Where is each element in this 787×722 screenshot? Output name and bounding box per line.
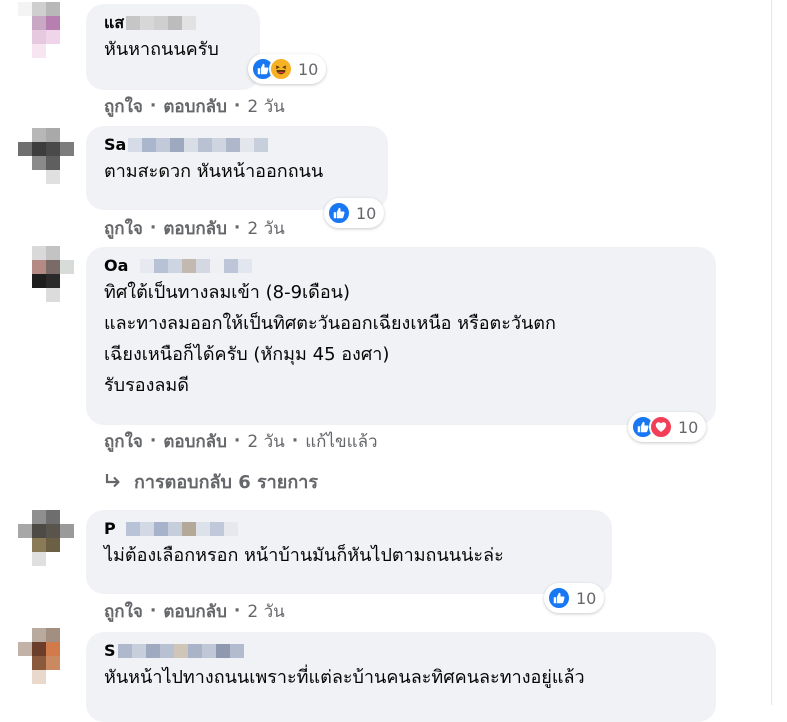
comment-text: รับรองลมดี [104,375,189,396]
comment-text: หันหาถนนครับ [104,39,219,60]
reaction-summary[interactable]: 10 [628,412,707,442]
reaction-summary[interactable]: 10 [544,583,605,613]
comment-text: ทิศใต้เป็นทางลมเข้า (8-9เดือน) [104,282,350,303]
comment-text: หันหน้าไปทางถนนเพราะที่แต่ละบ้านคนละทิศค… [104,667,585,688]
blurred-name [117,644,244,658]
comment-text: ตามสะดวก หันหน้าออกถนน [104,161,324,182]
separator: · [233,96,241,116]
edited-label[interactable]: แก้ไขแล้ว [305,428,377,455]
comment-bubble: Oa ทิศใต้เป็นทางลมเข้า (8-9เดือน) และทาง… [86,247,716,425]
reaction-count: 10 [576,588,597,608]
love-icon [649,415,673,439]
comment-bubble: S หันหน้าไปทางถนนเพราะที่แต่ละบ้านคนละทิ… [86,632,716,722]
comment-text: เฉียงเหนือก็ได้ครับ (หักมุม 45 องศา) [104,344,390,365]
timestamp[interactable]: 2 วัน [247,428,284,455]
separator: · [149,601,157,621]
commenter-name[interactable]: P [104,518,116,540]
commenter-name[interactable]: Oa [104,255,128,277]
haha-icon [269,57,293,81]
commenter-name[interactable]: แส [104,12,124,34]
commenter-name[interactable]: S [104,640,116,662]
separator: · [291,431,299,451]
avatar[interactable] [18,246,74,302]
reaction-summary[interactable]: 10 [248,54,327,84]
reaction-summary[interactable]: 10 [324,198,385,228]
reaction-count: 10 [356,203,377,223]
view-replies-label[interactable]: การตอบกลับ 6 รายการ [134,467,318,496]
timestamp[interactable]: 2 วัน [247,215,284,242]
separator: · [149,218,157,238]
separator: · [149,431,157,451]
comment-bubble: P ไม่ต้องเลือกหรอก หน้าบ้านมันก็หันไปตาม… [86,510,612,594]
like-icon [547,586,571,610]
timestamp[interactable]: 2 วัน [247,598,284,625]
like-button[interactable]: ถูกใจ [104,215,143,242]
comment-text: และทางลมออกให้เป็นทิศตะวันออกเฉียงเหนือ … [104,313,556,334]
like-button[interactable]: ถูกใจ [104,93,143,120]
scrollbar[interactable] [771,0,787,705]
separator: · [233,431,241,451]
reply-button[interactable]: ตอบกลับ [163,598,227,625]
reply-button[interactable]: ตอบกลับ [163,428,227,455]
avatar[interactable] [18,628,74,684]
timestamp[interactable]: 2 วัน [247,93,284,120]
like-button[interactable]: ถูกใจ [104,428,143,455]
comment-actions: ถูกใจ · ตอบกลับ · 2 วัน · แก้ไขแล้ว [104,429,378,453]
separator: · [233,218,241,238]
comment-text: ไม่ต้องเลือกหรอก หน้าบ้านมันก็หันไปตามถน… [104,545,504,566]
comment-actions: ถูกใจ · ตอบกลับ · 2 วัน [104,599,285,623]
reaction-count: 10 [678,417,699,437]
like-icon [327,201,351,225]
separator: · [233,601,241,621]
view-replies-link[interactable]: การตอบกลับ 6 รายการ [104,468,318,494]
separator: · [149,96,157,116]
comment-actions: ถูกใจ · ตอบกลับ · 2 วัน [104,94,285,118]
blurred-name [126,16,197,30]
commenter-name[interactable]: Sa [104,134,126,156]
blurred-name [140,259,253,273]
reply-button[interactable]: ตอบกลับ [163,215,227,242]
avatar[interactable] [18,510,74,566]
reaction-count: 10 [298,59,319,79]
like-button[interactable]: ถูกใจ [104,598,143,625]
avatar[interactable] [18,128,74,184]
comment-actions: ถูกใจ · ตอบกลับ · 2 วัน [104,216,285,240]
reply-arrow-icon [105,474,120,488]
comment-bubble: แส หันหาถนนครับ [86,4,260,90]
avatar[interactable] [18,2,74,58]
reply-button[interactable]: ตอบกลับ [163,93,227,120]
blurred-name [125,522,238,536]
blurred-name [128,138,269,152]
